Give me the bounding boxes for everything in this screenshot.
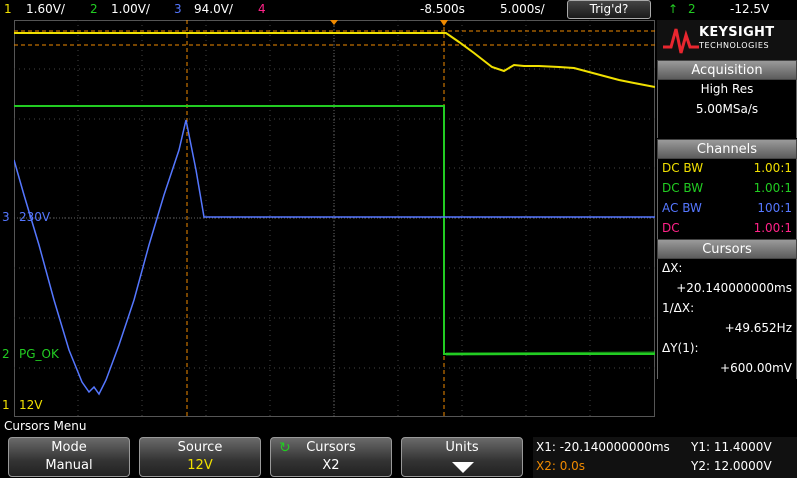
waveform-display[interactable]: 3 230V 2 PG_OK 1 12V xyxy=(2,20,655,417)
ch1-ground-marker[interactable]: 1 xyxy=(2,398,10,412)
acquisition-rate: 5.00MSa/s xyxy=(695,102,759,116)
channels-header: Channels xyxy=(657,139,797,159)
keysight-wave-icon xyxy=(663,28,699,54)
delta-y-label-row: ΔY(1): xyxy=(662,341,699,355)
source-softkey[interactable]: Source 12V xyxy=(139,437,261,477)
ch3-label: 230V xyxy=(19,210,51,224)
ch2-scale[interactable]: 1.00V/ xyxy=(111,2,150,16)
channel-row-3: AC BW 100:1 xyxy=(662,201,792,215)
units-softkey[interactable]: Units xyxy=(401,437,523,477)
trigger-level[interactable]: -12.5V xyxy=(730,2,769,16)
ch2-number[interactable]: 2 xyxy=(90,2,98,16)
channel-row-2: DC BW 1.00:1 xyxy=(662,181,792,195)
time-scale[interactable]: 5.000s/ xyxy=(500,2,545,16)
cursors-header: Cursors xyxy=(657,239,797,259)
acquisition-mode: High Res xyxy=(700,82,754,96)
channel-row-1: DC BW 1.00:1 xyxy=(662,161,792,175)
readout-y2: Y2: 12.0000V xyxy=(691,459,772,473)
cursors-body: ΔX: +20.140000000ms 1/ΔX: +49.652Hz ΔY(1… xyxy=(657,259,797,379)
inv-delta-x-value-row: +49.652Hz xyxy=(724,321,792,335)
trigger-status-button[interactable]: Trig'd? xyxy=(567,0,651,19)
time-offset[interactable]: -8.500s xyxy=(420,2,465,16)
mode-softkey[interactable]: Mode Manual xyxy=(8,437,130,477)
keysight-logo: KEYSIGHT TECHNOLOGIES xyxy=(657,20,797,60)
cursor-readout: X1: -20.140000000ms Y1: 11.4000V X2: 0.0… xyxy=(533,437,797,478)
delta-y-value-row: +600.00mV xyxy=(720,361,792,375)
graticule xyxy=(14,20,655,417)
ch3-scale[interactable]: 94.0V/ xyxy=(194,2,233,16)
ch4-number[interactable]: 4 xyxy=(258,2,266,16)
ch3-number[interactable]: 3 xyxy=(174,2,182,16)
inv-delta-x-label-row: 1/ΔX: xyxy=(662,301,695,315)
ch3-ground-marker[interactable]: 3 xyxy=(2,210,10,224)
acquisition-body: High Res 5.00MSa/s xyxy=(657,80,797,138)
ch2-ground-marker[interactable]: 2 xyxy=(2,347,10,361)
brand-name: KEYSIGHT xyxy=(699,25,775,40)
readout-x1: X1: -20.140000000ms xyxy=(536,440,670,454)
side-panel: KEYSIGHT TECHNOLOGIES Acquisition High R… xyxy=(657,20,797,417)
delta-x-value-row: +20.140000000ms xyxy=(676,281,792,295)
cursors-softkey[interactable]: ↻ Cursors X2 xyxy=(270,437,392,477)
trigger-channel[interactable]: 2 xyxy=(688,2,696,16)
submenu-arrow-icon xyxy=(452,462,474,473)
acquisition-header: Acquisition xyxy=(657,60,797,80)
ch1-number[interactable]: 1 xyxy=(4,2,12,16)
menu-title: Cursors Menu xyxy=(0,418,797,434)
trigger-position-marker xyxy=(440,20,448,26)
channel-row-4: DC 1.00:1 xyxy=(662,221,792,235)
delta-x-label-row: ΔX: xyxy=(662,261,683,275)
ch1-scale[interactable]: 1.60V/ xyxy=(26,2,65,16)
readout-y1: Y1: 11.4000V xyxy=(691,440,772,454)
time-reference-marker xyxy=(330,20,338,25)
ch2-label: PG_OK xyxy=(19,347,59,361)
ch1-label: 12V xyxy=(19,398,43,412)
brand-sub: TECHNOLOGIES xyxy=(699,41,770,50)
readout-x2: X2: 0.0s xyxy=(536,459,586,473)
channels-body: DC BW 1.00:1 DC BW 1.00:1 AC BW 100:1 DC… xyxy=(657,159,797,239)
status-bar: 1 1.60V/ 2 1.00V/ 3 94.0V/ 4 -8.500s 5.0… xyxy=(0,0,797,20)
trigger-edge-icon: ↑ xyxy=(668,2,679,16)
